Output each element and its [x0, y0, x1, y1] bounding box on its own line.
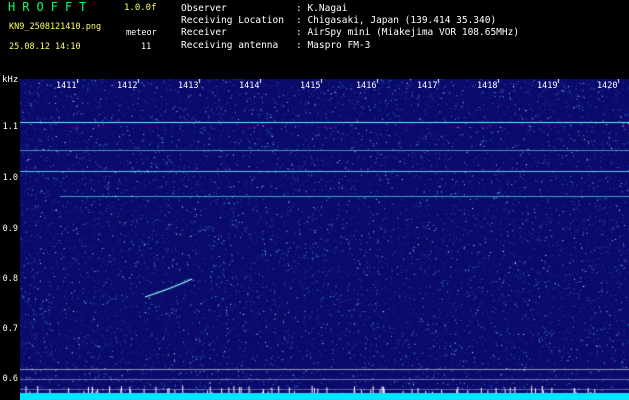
- info-label: Observer: [181, 3, 227, 14]
- info-value: : Chigasaki, Japan (139.414 35.340): [296, 15, 497, 27]
- info-row-receiver: Receiver : AirSpy mini (Miakejima VOR 108…: [181, 27, 519, 39]
- meteor-count: 11: [141, 42, 152, 52]
- y-tick-label: 0.6: [2, 374, 18, 384]
- time-label: 1412: [117, 81, 138, 91]
- info-row-observer: Observer : K.Nagai: [181, 3, 519, 15]
- y-tick-label: 1.1: [2, 122, 18, 132]
- header-panel: HROFFT 1.0.0f KN9_2508121410.png meteor …: [0, 0, 629, 78]
- y-tick-label: 1.0: [2, 173, 18, 183]
- y-tick-label: 0.8: [2, 274, 18, 284]
- datetime-label: 25.08.12 14:10: [9, 42, 81, 52]
- app-title: HROFFT: [8, 0, 94, 14]
- y-tick-label: 0.7: [2, 324, 18, 334]
- time-label: 1415: [300, 81, 321, 91]
- time-label: 1419: [537, 81, 558, 91]
- filename-label: KN9_2508121410.png: [9, 22, 102, 32]
- y-axis-unit: kHz: [2, 75, 19, 85]
- info-label: Receiving Location: [181, 15, 284, 27]
- version-label: 1.0.0f: [124, 3, 157, 13]
- spectrogram-canvas[interactable]: [20, 79, 629, 400]
- time-label: 1414: [239, 81, 260, 91]
- time-label: 1413: [178, 81, 199, 91]
- info-row-antenna: Receiving antenna : Maspro FM-3: [181, 40, 519, 52]
- time-label: 1418: [477, 81, 498, 91]
- info-value: : K.Nagai: [296, 3, 348, 14]
- time-label: 1420: [597, 81, 618, 91]
- meteor-label: meteor: [126, 28, 157, 38]
- time-label: 1417: [417, 81, 438, 91]
- y-tick-label: 0.9: [2, 224, 18, 234]
- time-label: 1416: [356, 81, 377, 91]
- info-value: : AirSpy mini (Miakejima VOR 108.65MHz): [296, 27, 520, 39]
- time-label: 1411: [56, 81, 77, 91]
- station-info: Observer : K.Nagai Receiving Location : Ch…: [181, 3, 519, 52]
- info-label: Receiving antenna: [181, 39, 279, 51]
- info-value: : Maspro FM-3: [296, 39, 371, 51]
- info-label: Receiver: [181, 27, 227, 39]
- info-row-location: Receiving Location : Chigasaki, Japan (13…: [181, 15, 519, 27]
